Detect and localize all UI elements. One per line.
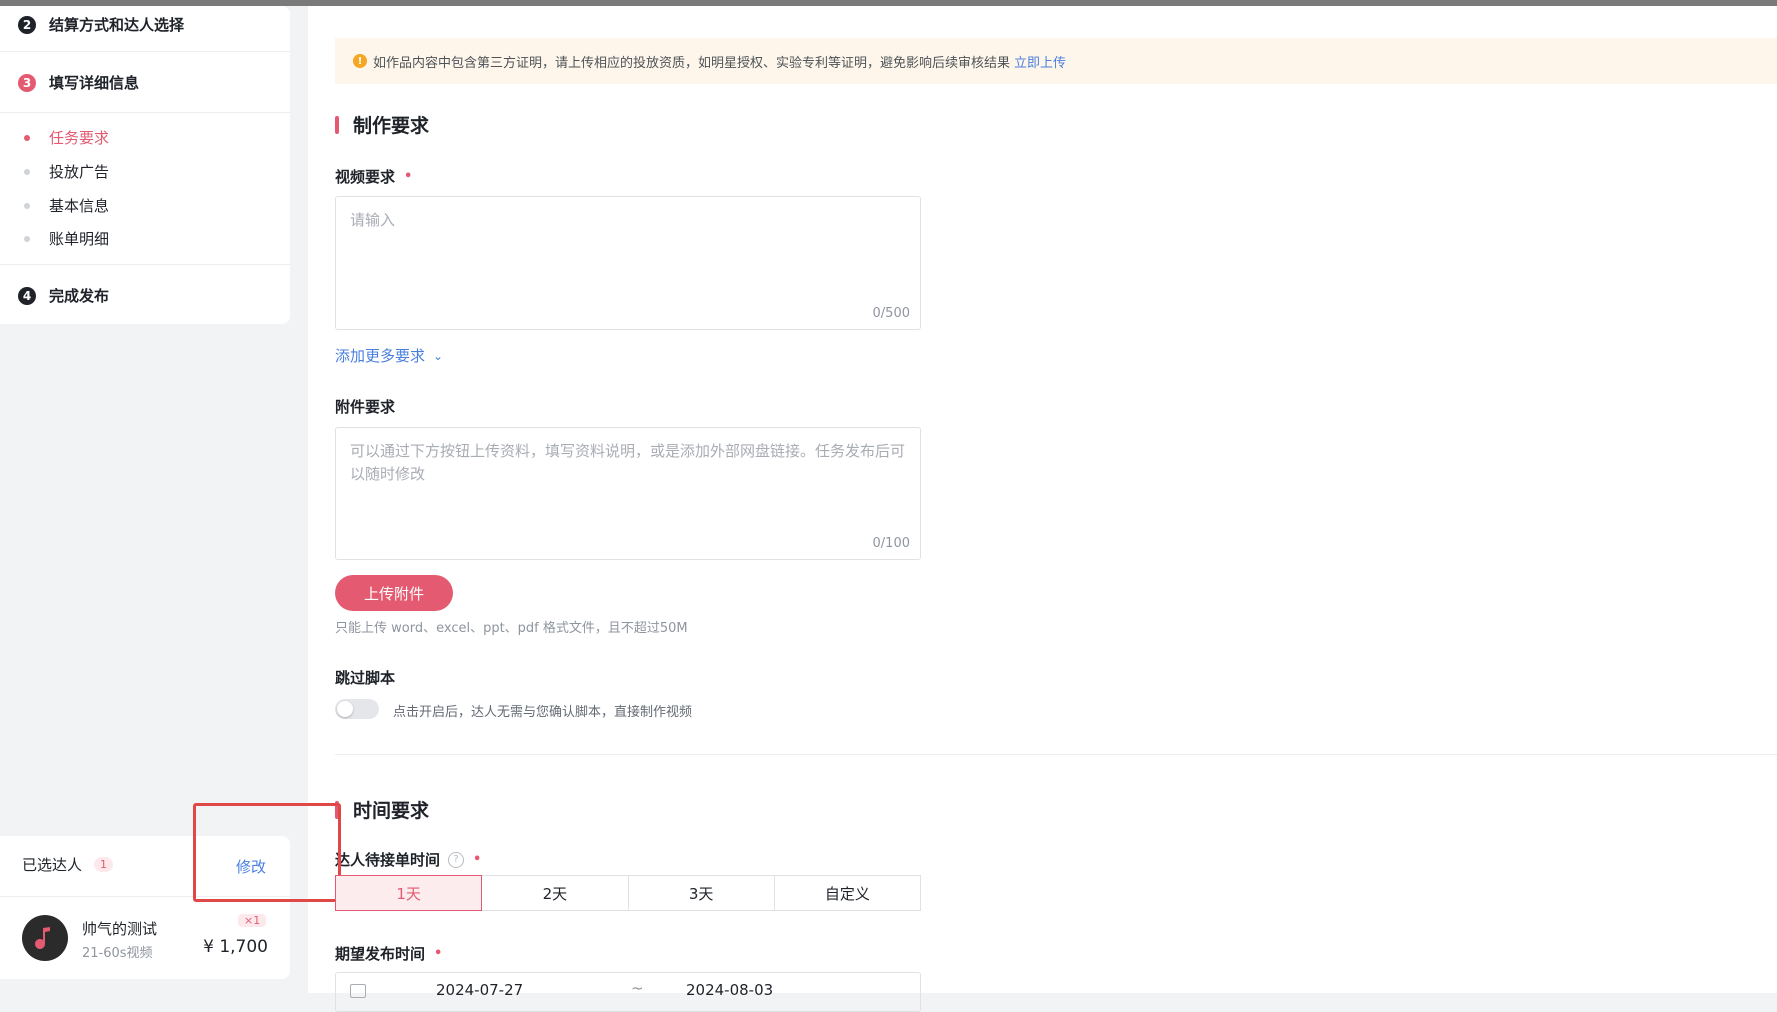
section-title-text: 时间要求 <box>353 800 430 822</box>
wait-option-2day[interactable]: 2天 <box>481 875 629 911</box>
step-navigation: 2 结算方式和达人选择 3 填写详细信息 任务要求 投放广告 基本信息 账单明细… <box>0 6 290 324</box>
subitem-bill-details[interactable]: 账单明细 <box>24 228 109 249</box>
label-text: 附件要求 <box>335 398 396 416</box>
date-end: 2024-08-03 <box>686 981 774 999</box>
step-fill-details[interactable]: 3 填写详细信息 <box>18 72 139 93</box>
toggle-knob <box>337 701 353 717</box>
label-text: 视频要求 <box>335 168 396 186</box>
wait-option-custom[interactable]: 自定义 <box>773 875 921 911</box>
upload-now-link[interactable]: 立即上传 <box>1014 52 1066 71</box>
step-settlement[interactable]: 2 结算方式和达人选择 <box>18 14 184 35</box>
required-mark: • <box>434 946 443 961</box>
subitem-task-requirements[interactable]: 任务要求 <box>24 127 109 148</box>
step-number: 2 <box>18 15 36 34</box>
selected-influencer-card: 已选达人 1 修改 帅气的测试 21-60s视频 ×1 ¥ 1,700 <box>0 836 290 979</box>
divider <box>0 112 290 113</box>
label-text: 期望发布时间 <box>335 945 426 963</box>
divider <box>0 264 290 265</box>
label-text: 达人待接单时间 <box>335 851 441 869</box>
skip-script-hint: 点击开启后，达人无需与您确认脚本，直接制作视频 <box>393 705 693 720</box>
subitem-label: 基本信息 <box>49 197 110 215</box>
date-separator: ~ <box>631 979 644 997</box>
step-publish[interactable]: 4 完成发布 <box>18 285 109 306</box>
section-title-text: 制作要求 <box>353 115 430 137</box>
skip-script-toggle[interactable] <box>335 699 379 719</box>
influencer-price: ¥ 1,700 <box>203 937 268 957</box>
wait-time-label: 达人待接单时间 ? • <box>335 849 481 870</box>
bullet-dot <box>24 235 30 242</box>
step-number: 3 <box>18 73 36 92</box>
publish-date-range-input[interactable]: 2024-07-27 ~ 2024-08-03 <box>335 972 921 1012</box>
wait-option-3day[interactable]: 3天 <box>627 875 775 911</box>
influencer-video-type: 21-60s视频 <box>82 946 153 961</box>
publish-time-label: 期望发布时间 • <box>335 943 442 964</box>
selected-title: 已选达人 1 <box>22 854 114 875</box>
warning-icon: ! <box>353 54 367 68</box>
step-number: 4 <box>18 286 36 305</box>
placeholder: 请输入 <box>350 211 396 229</box>
wait-time-selector: 1天 2天 3天 自定义 <box>335 875 921 911</box>
subitem-ad-placement[interactable]: 投放广告 <box>24 161 109 182</box>
bullet-dot <box>24 202 30 209</box>
video-requirements-input[interactable]: 请输入 0/500 <box>335 196 921 330</box>
step-label: 完成发布 <box>49 287 110 305</box>
chevron-down-icon: ⌄ <box>433 348 444 363</box>
section-divider <box>335 754 1777 755</box>
date-start: 2024-07-27 <box>436 981 524 999</box>
attachment-requirements-input[interactable]: 可以通过下方按钮上传资料，填写资料说明，或是添加外部网盘链接。任务发布后可以随时… <box>335 427 921 560</box>
step-label: 填写详细信息 <box>49 74 140 92</box>
calendar-icon <box>350 984 366 998</box>
skip-script-label: 跳过脚本 <box>335 667 395 688</box>
bullet-dot <box>24 134 30 141</box>
upload-attachment-button[interactable]: 上传附件 <box>335 575 453 611</box>
avatar <box>22 915 68 961</box>
music-note-icon <box>35 927 50 949</box>
link-text: 添加更多要求 <box>335 347 426 365</box>
influencer-name: 帅气的测试 <box>82 920 158 938</box>
subitem-basic-info[interactable]: 基本信息 <box>24 195 109 216</box>
subitem-label: 账单明细 <box>49 230 110 248</box>
add-more-requirements-link[interactable]: 添加更多要求 ⌄ <box>335 345 443 366</box>
section-bar <box>335 115 339 134</box>
selected-count-badge: 1 <box>94 857 114 872</box>
edit-selection-link[interactable]: 修改 <box>236 856 266 877</box>
selected-title-text: 已选达人 <box>22 856 83 874</box>
section-time-title: 时间要求 <box>335 796 429 823</box>
required-mark: • <box>473 852 482 867</box>
quantity-badge: ×1 <box>238 914 267 927</box>
subitem-label: 任务要求 <box>49 129 110 147</box>
char-counter: 0/100 <box>872 536 910 551</box>
subitem-label: 投放广告 <box>49 163 110 181</box>
help-icon[interactable]: ? <box>448 851 465 868</box>
section-bar <box>335 800 339 819</box>
placeholder: 可以通过下方按钮上传资料，填写资料说明，或是添加外部网盘链接。任务发布后可以随时… <box>350 442 906 483</box>
notice-banner: ! 如作品内容中包含第三方证明，请上传相应的投放资质，如明星授权、实验专利等证明… <box>335 38 1777 84</box>
section-production-title: 制作要求 <box>335 111 429 138</box>
wait-option-1day[interactable]: 1天 <box>335 875 483 911</box>
upload-hint: 只能上传 word、excel、ppt、pdf 格式文件，且不超过50M <box>335 621 688 636</box>
video-requirements-label: 视频要求 • <box>335 166 412 187</box>
divider <box>0 896 290 897</box>
char-counter: 0/500 <box>872 306 910 321</box>
bullet-dot <box>24 168 30 175</box>
notice-text: 如作品内容中包含第三方证明，请上传相应的投放资质，如明星授权、实验专利等证明，避… <box>373 55 1011 71</box>
label-text: 跳过脚本 <box>335 669 396 687</box>
step-label: 结算方式和达人选择 <box>49 16 185 34</box>
divider <box>0 51 290 52</box>
main-form: ! 如作品内容中包含第三方证明，请上传相应的投放资质，如明星授权、实验专利等证明… <box>308 6 1777 1012</box>
required-mark: • <box>404 169 413 184</box>
attachment-requirements-label: 附件要求 <box>335 396 395 417</box>
